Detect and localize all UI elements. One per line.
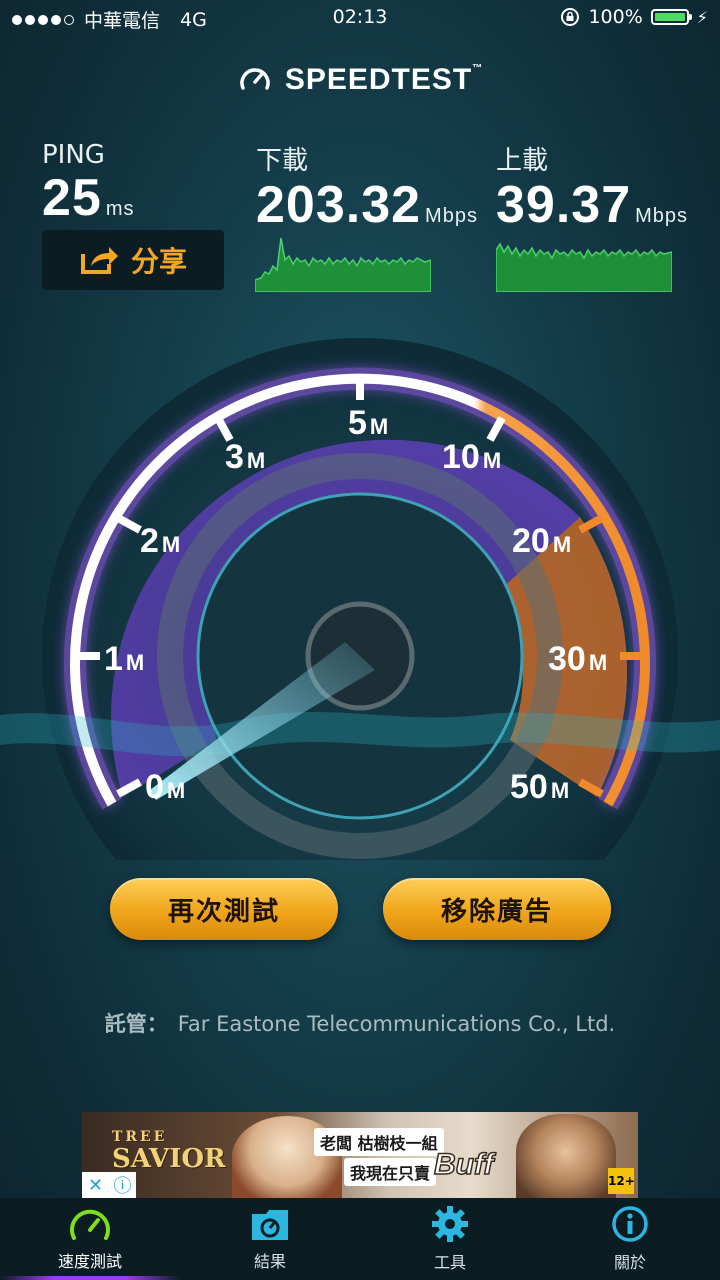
ad-caption: 我現在只賣 <box>344 1158 437 1186</box>
tab-speed-test[interactable]: 速度測試 <box>0 1198 180 1280</box>
bottom-tab-bar: 速度測試 結果 工具 關於 <box>0 1198 720 1280</box>
tab-label: 關於 <box>613 1253 646 1272</box>
speed-gauge: 0M 1M 2M 3M 5M 10 M 20 M 30 M 50 M <box>0 338 720 860</box>
download-unit: Mbps <box>425 205 478 227</box>
gear-icon <box>432 1206 468 1242</box>
ad-caption: 老闆 枯樹枝一組 <box>314 1128 444 1156</box>
info-icon <box>612 1206 648 1242</box>
tab-about[interactable]: 關於 <box>540 1198 720 1280</box>
results-folder-icon <box>252 1210 288 1240</box>
battery-icon <box>650 9 692 25</box>
ad-game-logo: TREE SAVIOR <box>112 1129 226 1174</box>
tab-label: 速度測試 <box>57 1252 122 1271</box>
upload-sparkline <box>496 242 672 292</box>
ping-metric: PING 25 ms <box>42 140 135 237</box>
host-label: 託管： <box>104 1012 168 1036</box>
ping-label: PING <box>42 140 105 170</box>
speedtest-logo-icon <box>240 68 270 90</box>
ad-buff-text: Buff <box>433 1147 494 1182</box>
ad-banner[interactable]: TREE SAVIOR 老闆 枯樹枝一組 我現在只賣 Buff 12+ <box>82 1112 638 1198</box>
host-info: 託管： Far Eastone Telecommunications Co., L… <box>0 1008 720 1038</box>
tab-tools[interactable]: 工具 <box>360 1198 540 1280</box>
upload-unit: Mbps <box>635 205 689 227</box>
status-bar: 中華電信 4G 02:13 100% ⚡ <box>0 0 720 36</box>
share-icon <box>80 247 118 274</box>
brand-title: SPEEDTEST™ <box>284 63 484 96</box>
ad-controls: ✕ ⓘ <box>82 1172 136 1198</box>
share-button[interactable]: 分享 <box>42 230 224 290</box>
download-metric: 下載 203.32 Mbps <box>256 140 478 244</box>
ping-unit: ms <box>105 198 135 220</box>
ping-value: 25 ms <box>42 169 135 227</box>
upload-label: 上載 <box>496 146 549 176</box>
ad-age-rating: 12+ <box>608 1168 635 1194</box>
status-right: 100% ⚡ <box>560 6 708 28</box>
ad-close-icon[interactable]: ✕ <box>82 1172 109 1198</box>
battery-percent: 100% <box>588 6 643 28</box>
share-label: 分享 <box>130 245 187 278</box>
app-header: SPEEDTEST™ <box>0 62 720 98</box>
tab-label: 結果 <box>253 1252 286 1271</box>
upload-metric: 上載 39.37 Mbps <box>496 140 688 244</box>
tab-label: 工具 <box>433 1253 466 1272</box>
rotation-lock-icon <box>561 8 580 26</box>
charging-bolt-icon: ⚡ <box>696 7 708 27</box>
tab-results[interactable]: 結果 <box>180 1198 360 1280</box>
speedometer-icon <box>70 1209 110 1240</box>
retest-button[interactable]: 再次測試 <box>110 878 338 940</box>
download-sparkline <box>255 237 431 292</box>
download-label: 下載 <box>256 146 309 176</box>
ad-character-image <box>516 1114 616 1198</box>
ad-info-icon[interactable]: ⓘ <box>109 1172 136 1198</box>
remove-ads-button[interactable]: 移除廣告 <box>383 878 611 940</box>
host-name: Far Eastone Telecommunications Co., Ltd. <box>177 1012 616 1036</box>
